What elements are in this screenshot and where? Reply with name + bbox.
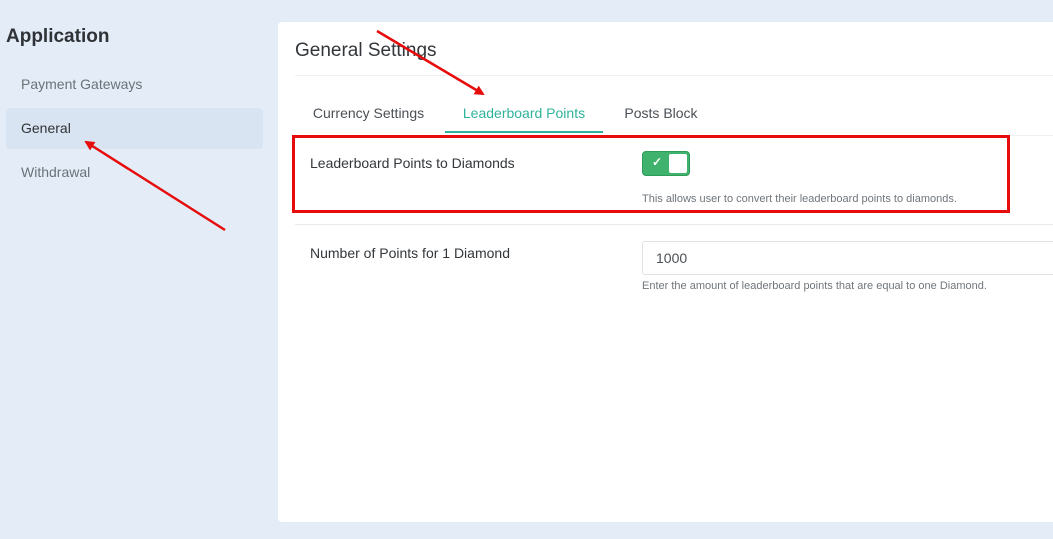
row-divider xyxy=(295,224,1053,225)
points-per-diamond-input[interactable] xyxy=(642,241,1053,275)
sidebar-item-general[interactable]: General xyxy=(6,108,263,149)
tab-leaderboard-points[interactable]: Leaderboard Points xyxy=(445,95,603,133)
highlight-annotation-box xyxy=(292,135,1010,213)
title-divider xyxy=(295,75,1053,76)
points-per-diamond-label: Number of Points for 1 Diamond xyxy=(310,245,510,261)
page-title: General Settings xyxy=(295,40,437,61)
sidebar-title: Application xyxy=(6,26,110,47)
sidebar: Application Payment Gateways General Wit… xyxy=(0,0,270,539)
tab-currency-settings[interactable]: Currency Settings xyxy=(298,95,439,133)
sidebar-item-payment-gateways[interactable]: Payment Gateways xyxy=(6,64,263,105)
tab-posts-block[interactable]: Posts Block xyxy=(611,95,711,133)
points-per-diamond-help: Enter the amount of leaderboard points t… xyxy=(642,280,987,292)
settings-panel: General Settings Currency Settings Leade… xyxy=(278,22,1053,522)
sidebar-item-withdrawal[interactable]: Withdrawal xyxy=(6,152,263,193)
